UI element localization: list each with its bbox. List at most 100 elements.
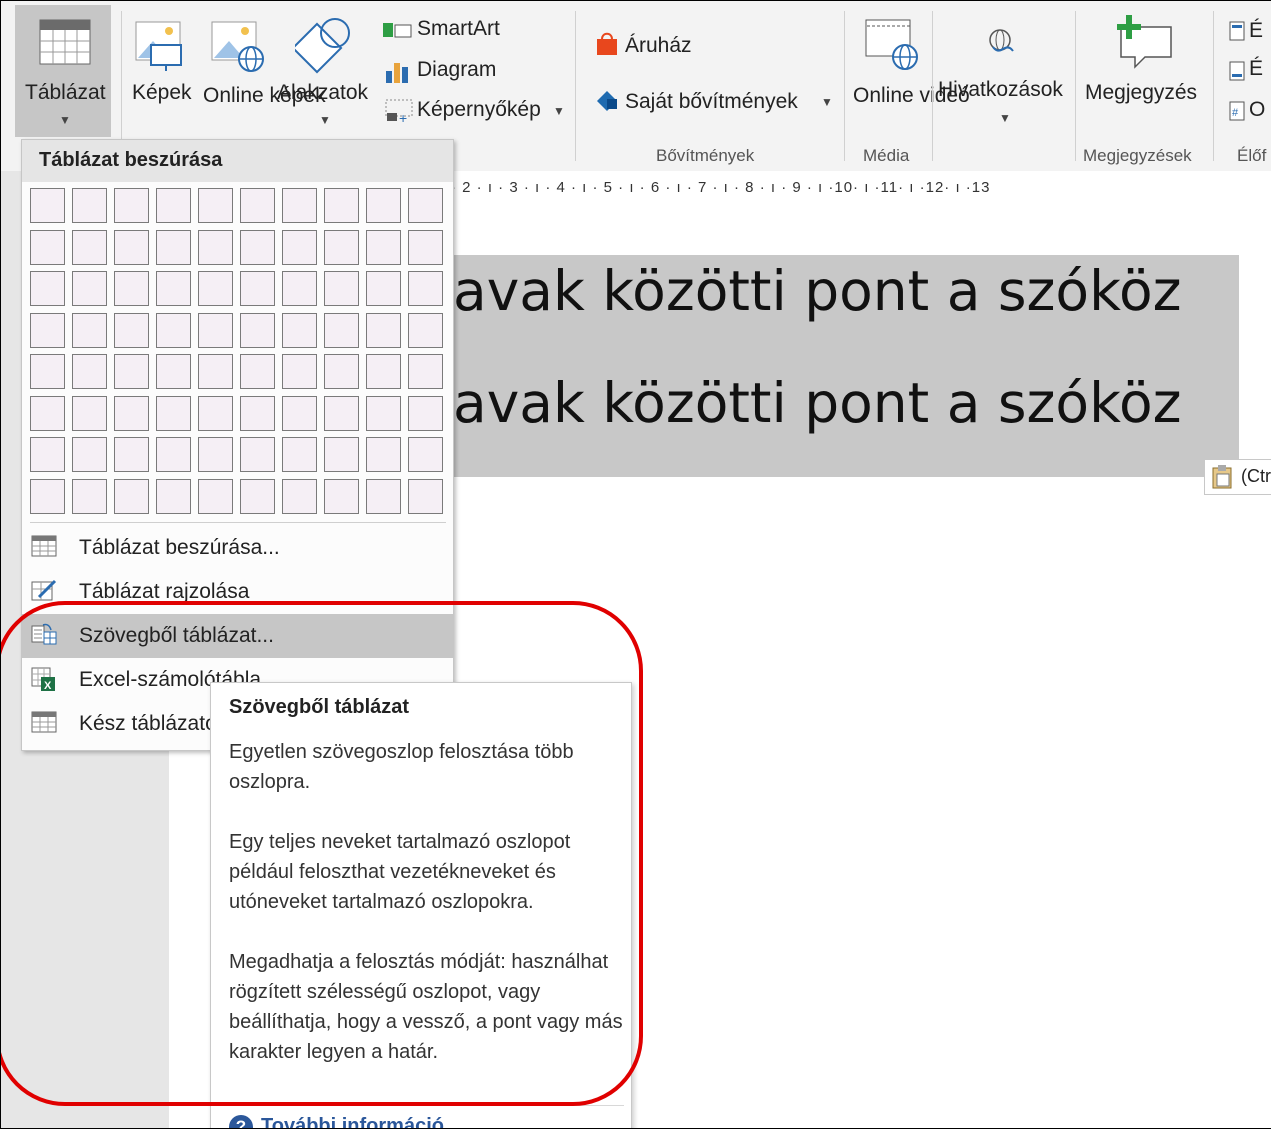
grid-cell[interactable] bbox=[72, 312, 107, 348]
grid-cell[interactable] bbox=[156, 437, 191, 472]
paste-options-button[interactable]: (Ctr bbox=[1204, 459, 1271, 495]
online-video-button[interactable]: Online videó bbox=[853, 81, 970, 111]
grid-cell[interactable] bbox=[366, 188, 401, 223]
grid-cell[interactable] bbox=[30, 478, 65, 514]
grid-cell[interactable] bbox=[30, 437, 65, 472]
grid-cell[interactable] bbox=[324, 437, 359, 472]
grid-cell[interactable] bbox=[408, 354, 443, 389]
grid-cell[interactable] bbox=[408, 437, 443, 472]
grid-cell[interactable] bbox=[30, 395, 65, 431]
online-picture-icon[interactable] bbox=[211, 19, 269, 73]
menu-item-draw-table[interactable]: Táblázat rajzolása bbox=[22, 570, 453, 614]
grid-cell[interactable] bbox=[114, 354, 149, 389]
document-line-1[interactable]: avak közötti pont a szóköz bbox=[453, 259, 1181, 323]
grid-cell[interactable] bbox=[30, 271, 65, 306]
grid-cell[interactable] bbox=[156, 271, 191, 306]
grid-cell[interactable] bbox=[240, 437, 275, 472]
grid-cell[interactable] bbox=[198, 271, 233, 306]
online-pictures-button[interactable]: Online képek bbox=[203, 81, 326, 111]
grid-cell[interactable] bbox=[198, 478, 233, 514]
grid-cell[interactable] bbox=[198, 188, 233, 223]
comment-icon[interactable] bbox=[1115, 13, 1175, 71]
online-video-icon[interactable] bbox=[865, 19, 921, 71]
grid-cell[interactable] bbox=[408, 271, 443, 306]
grid-cell[interactable] bbox=[240, 188, 275, 223]
grid-cell[interactable] bbox=[30, 229, 65, 265]
grid-cell[interactable] bbox=[156, 354, 191, 389]
my-addins-button[interactable]: Saját bővítmények bbox=[625, 90, 798, 114]
grid-cell[interactable] bbox=[156, 478, 191, 514]
store-button[interactable]: Áruház bbox=[625, 34, 692, 58]
grid-cell[interactable] bbox=[156, 312, 191, 348]
grid-cell[interactable] bbox=[114, 271, 149, 306]
document-line-2[interactable]: avak közötti pont a szóköz bbox=[453, 371, 1181, 435]
grid-cell[interactable] bbox=[72, 271, 107, 306]
smartart-button[interactable]: SmartArt bbox=[417, 17, 500, 41]
grid-cell[interactable] bbox=[240, 478, 275, 514]
grid-cell[interactable] bbox=[282, 271, 317, 306]
grid-cell[interactable] bbox=[324, 229, 359, 265]
grid-cell[interactable] bbox=[408, 188, 443, 223]
grid-cell[interactable] bbox=[114, 229, 149, 265]
grid-cell[interactable] bbox=[240, 312, 275, 348]
grid-cell[interactable] bbox=[72, 437, 107, 472]
grid-cell[interactable] bbox=[114, 395, 149, 431]
more-info-link[interactable]: ? További információ bbox=[229, 1115, 444, 1128]
grid-cell[interactable] bbox=[324, 354, 359, 389]
grid-cell[interactable] bbox=[72, 478, 107, 514]
grid-cell[interactable] bbox=[282, 437, 317, 472]
grid-cell[interactable] bbox=[240, 229, 275, 265]
grid-cell[interactable] bbox=[366, 437, 401, 472]
grid-cell[interactable] bbox=[324, 395, 359, 431]
grid-cell[interactable] bbox=[72, 354, 107, 389]
grid-cell[interactable] bbox=[30, 312, 65, 348]
picture-icon[interactable] bbox=[135, 19, 193, 73]
page-number-button[interactable]: O bbox=[1249, 98, 1265, 122]
grid-cell[interactable] bbox=[198, 312, 233, 348]
grid-cell[interactable] bbox=[282, 395, 317, 431]
grid-cell[interactable] bbox=[408, 478, 443, 514]
grid-cell[interactable] bbox=[114, 437, 149, 472]
screenshot-button[interactable]: Képernyőkép bbox=[417, 98, 541, 122]
grid-cell[interactable] bbox=[282, 478, 317, 514]
grid-cell[interactable] bbox=[198, 354, 233, 389]
grid-cell[interactable] bbox=[408, 395, 443, 431]
horizontal-ruler[interactable]: · 2 · ı · 3 · ı · 4 · ı · 5 · ı · 6 · ı … bbox=[451, 179, 1271, 207]
grid-cell[interactable] bbox=[366, 312, 401, 348]
links-button[interactable]: Hivatkozások bbox=[938, 78, 1063, 102]
links-icon[interactable] bbox=[983, 23, 1017, 57]
grid-cell[interactable] bbox=[156, 229, 191, 265]
grid-cell[interactable] bbox=[198, 395, 233, 431]
grid-cell[interactable] bbox=[72, 229, 107, 265]
grid-cell[interactable] bbox=[366, 229, 401, 265]
grid-cell[interactable] bbox=[408, 229, 443, 265]
grid-cell[interactable] bbox=[408, 312, 443, 348]
grid-cell[interactable] bbox=[282, 312, 317, 348]
grid-cell[interactable] bbox=[240, 354, 275, 389]
grid-cell[interactable] bbox=[198, 437, 233, 472]
grid-cell[interactable] bbox=[366, 478, 401, 514]
grid-cell[interactable] bbox=[282, 188, 317, 223]
pictures-button[interactable]: Képek bbox=[132, 81, 192, 105]
grid-cell[interactable] bbox=[366, 395, 401, 431]
grid-cell[interactable] bbox=[156, 395, 191, 431]
grid-cell[interactable] bbox=[198, 229, 233, 265]
grid-cell[interactable] bbox=[114, 478, 149, 514]
shapes-button[interactable]: Alakzatok bbox=[277, 81, 368, 105]
grid-cell[interactable] bbox=[366, 354, 401, 389]
footer-button[interactable]: É bbox=[1249, 57, 1263, 81]
comment-button[interactable]: Megjegyzés bbox=[1085, 81, 1197, 105]
grid-cell[interactable] bbox=[30, 354, 65, 389]
shapes-icon[interactable] bbox=[295, 15, 355, 75]
grid-cell[interactable] bbox=[324, 188, 359, 223]
grid-cell[interactable] bbox=[114, 312, 149, 348]
grid-cell[interactable] bbox=[324, 312, 359, 348]
grid-cell[interactable] bbox=[72, 395, 107, 431]
grid-cell[interactable] bbox=[366, 271, 401, 306]
grid-cell[interactable] bbox=[240, 395, 275, 431]
grid-cell[interactable] bbox=[72, 188, 107, 223]
grid-cell[interactable] bbox=[282, 229, 317, 265]
grid-cell[interactable] bbox=[282, 354, 317, 389]
menu-item-text-to-table[interactable]: Szövegből táblázat... bbox=[22, 614, 453, 658]
grid-cell[interactable] bbox=[324, 271, 359, 306]
